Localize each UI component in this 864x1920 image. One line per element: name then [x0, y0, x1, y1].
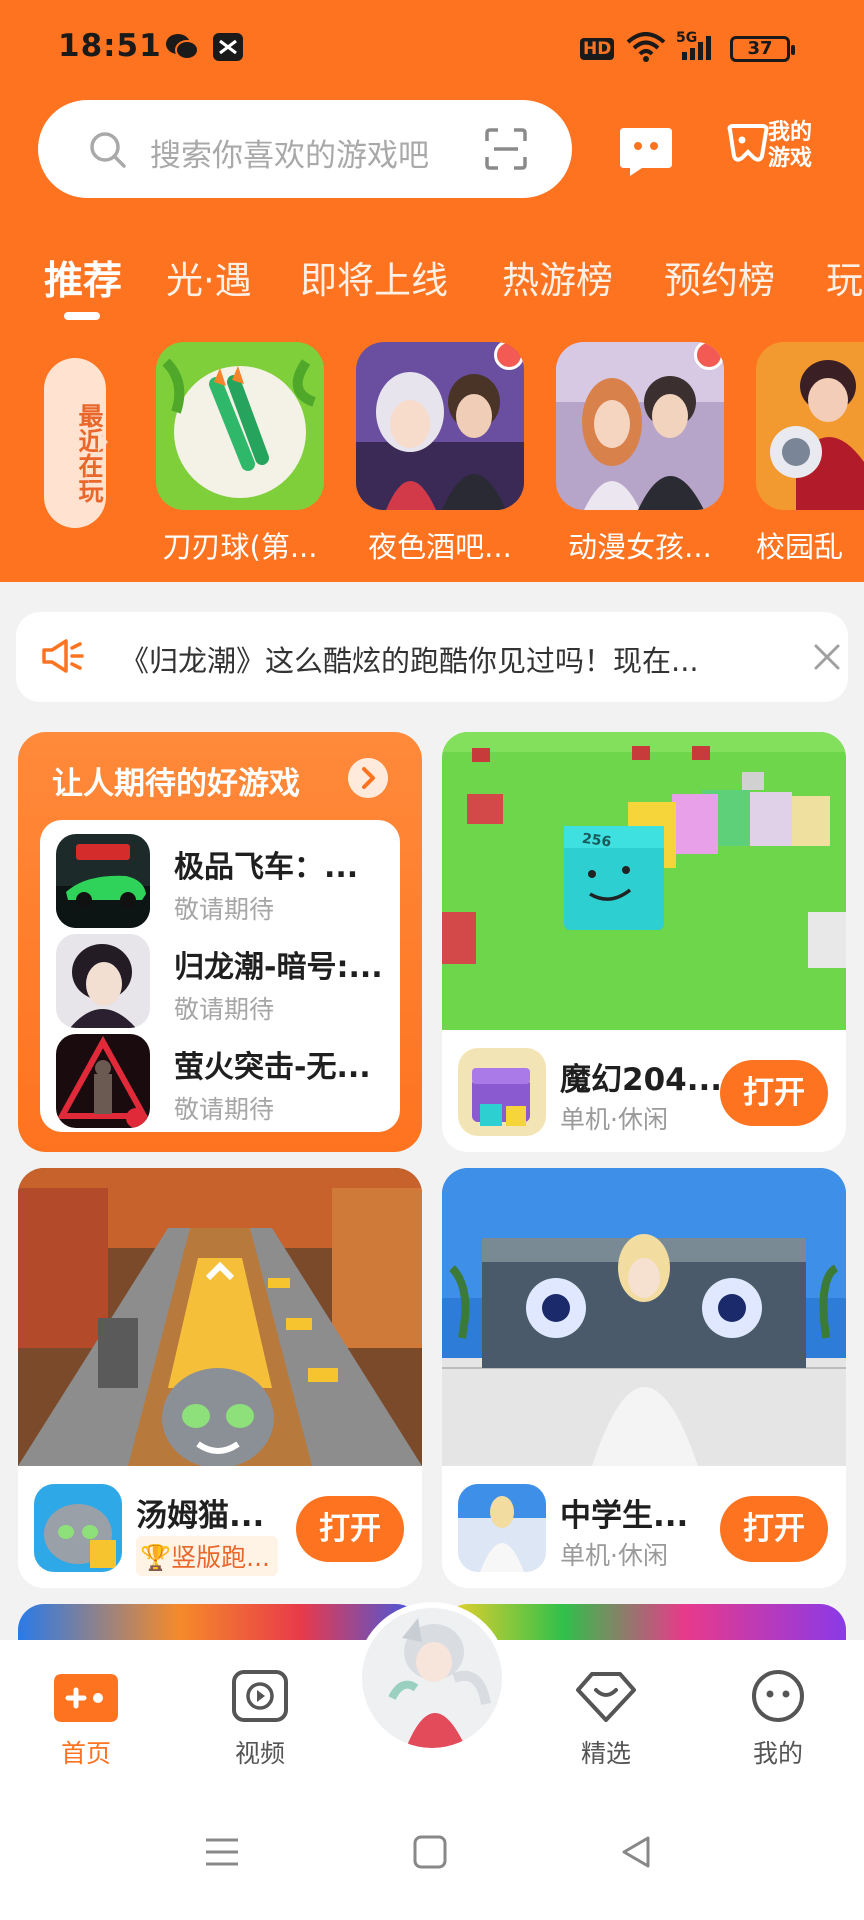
battery-indicator: 37 — [730, 36, 795, 62]
recent-game-name: 夜色酒吧... — [368, 530, 512, 564]
game-icon — [34, 1484, 122, 1572]
nav-featured[interactable]: 精选 — [546, 1668, 666, 1770]
list-item[interactable]: 萤火突击-无... 敬请期待 — [56, 1034, 396, 1134]
game-card[interactable]: 256 魔幻204... 单机·休闲 打开 — [442, 732, 846, 1152]
recent-game-name: 校园乱 — [756, 530, 844, 564]
game-screenshot — [18, 1168, 422, 1466]
recent-game-2[interactable]: 夜色酒吧... — [356, 342, 526, 566]
tab-more[interactable]: 玩 — [826, 250, 863, 304]
back-icon[interactable] — [618, 1834, 654, 1870]
system-navigation-bar — [0, 1790, 864, 1920]
recent-played-label: 最近在玩 — [44, 358, 108, 528]
tab-upcoming[interactable]: 即将上线 — [300, 250, 448, 304]
game-status: 敬请期待 — [174, 895, 275, 924]
diamond-heart-icon — [576, 1672, 636, 1722]
nav-me-label: 我的 — [752, 1739, 803, 1768]
game-icon — [458, 1484, 546, 1572]
capcut-icon — [213, 33, 243, 61]
game-card[interactable]: 汤姆猫... 🏆竖版跑... 打开 — [18, 1168, 422, 1588]
recent-game-thumb — [756, 342, 864, 510]
status-bar: 18:51 HD 5G 37 — [0, 0, 864, 96]
signal-label: 5G — [676, 30, 698, 46]
center-avatar-button[interactable] — [356, 1602, 508, 1754]
nav-featured-label: 精选 — [580, 1739, 631, 1768]
recent-game-thumb — [156, 342, 324, 510]
search-bar[interactable]: 搜索你喜欢的游戏吧 — [38, 100, 572, 198]
signal-icon: 5G — [676, 30, 720, 62]
hd-icon: HD — [580, 38, 615, 60]
scan-icon[interactable] — [484, 127, 528, 171]
tab-sky[interactable]: 光·遇 — [166, 250, 252, 304]
recent-game-4[interactable]: 校园乱 — [756, 342, 864, 566]
nav-video[interactable]: 视频 — [200, 1668, 320, 1770]
next-card-preview — [18, 1604, 422, 1644]
recent-game-thumb — [556, 342, 724, 510]
game-status: 敬请期待 — [174, 995, 275, 1024]
gamepad-icon — [54, 1674, 118, 1722]
announcement-banner[interactable]: 《归龙潮》这么酷炫的跑酷你见过吗！现在... — [16, 612, 848, 702]
game-name: 萤火突击-无... — [174, 1050, 371, 1085]
announcement-text: 《归龙潮》这么酷炫的跑酷你见过吗！现在... — [120, 644, 699, 678]
recent-game-3[interactable]: 动漫女孩... — [556, 342, 726, 566]
game-name: 极品飞车：... — [174, 850, 359, 885]
game-screenshot — [442, 1168, 846, 1466]
tab-recommend[interactable]: 推荐 — [44, 250, 122, 306]
nav-home-label: 首页 — [60, 1739, 111, 1768]
open-button[interactable]: 打开 — [720, 1496, 828, 1562]
category-tabs: 推荐 光·遇 即将上线 热游榜 预约榜 玩 — [0, 250, 864, 320]
game-tag: 单机·休闲 — [560, 1105, 668, 1134]
open-button[interactable]: 打开 — [720, 1060, 828, 1126]
trophy-icon: 🏆 — [140, 1543, 172, 1572]
upcoming-games-card[interactable]: 让人期待的好游戏 极品飞车：... 敬请期待 归龙潮-暗号:... 敬请期待 萤… — [18, 732, 422, 1152]
recent-game-name: 动漫女孩... — [568, 530, 712, 564]
game-name: 魔幻204... — [560, 1062, 723, 1098]
wechat-icon — [166, 34, 199, 60]
search-icon — [90, 132, 126, 168]
game-name: 中学生... — [560, 1498, 689, 1534]
search-input[interactable]: 搜索你喜欢的游戏吧 — [150, 130, 429, 175]
nav-me[interactable]: 我的 — [718, 1668, 838, 1770]
active-tab-indicator — [64, 312, 100, 320]
upcoming-games-title: 让人期待的好游戏 — [52, 766, 300, 802]
list-item[interactable]: 极品飞车：... 敬请期待 — [56, 834, 396, 934]
list-item[interactable]: 归龙潮-暗号:... 敬请期待 — [56, 934, 396, 1034]
open-button[interactable]: 打开 — [296, 1496, 404, 1562]
award-tag: 🏆竖版跑... — [136, 1536, 278, 1576]
game-screenshot: 256 — [442, 732, 846, 1030]
recent-game-thumb — [356, 342, 524, 510]
game-tag: 单机·休闲 — [560, 1541, 668, 1570]
tab-reserve-chart[interactable]: 预约榜 — [664, 250, 775, 304]
game-thumb — [56, 834, 150, 928]
game-name: 归龙潮-暗号:... — [174, 950, 383, 985]
status-time: 18:51 — [58, 28, 162, 64]
my-games-label[interactable]: 我的 游戏 — [768, 120, 828, 172]
recent-game-name: 刀刃球(第... — [162, 530, 318, 564]
megaphone-icon — [42, 639, 84, 673]
game-icon — [458, 1048, 546, 1136]
game-status: 敬请期待 — [174, 1095, 275, 1124]
game-thumb — [56, 1034, 150, 1128]
game-name: 汤姆猫... — [136, 1498, 265, 1534]
upcoming-games-list: 极品飞车：... 敬请期待 归龙潮-暗号:... 敬请期待 萤火突击-无... … — [40, 820, 400, 1132]
my-games-icon[interactable] — [724, 116, 774, 172]
nav-home[interactable]: 首页 — [26, 1668, 146, 1770]
chevron-right-icon[interactable] — [348, 758, 388, 798]
next-card-preview — [442, 1604, 846, 1644]
menu-icon[interactable] — [204, 1834, 240, 1870]
close-icon[interactable] — [812, 642, 842, 672]
nav-video-label: 视频 — [234, 1739, 285, 1768]
game-thumb — [56, 934, 150, 1028]
recent-game-1[interactable]: 刀刃球(第... — [156, 342, 326, 566]
video-icon — [232, 1670, 288, 1722]
wifi-icon — [626, 32, 666, 62]
message-icon[interactable] — [616, 120, 676, 180]
avatar — [362, 1608, 502, 1748]
home-square-icon[interactable] — [412, 1834, 448, 1870]
game-card[interactable]: 中学生... 单机·休闲 打开 — [442, 1168, 846, 1588]
smiley-icon — [752, 1670, 804, 1722]
tab-hot-chart[interactable]: 热游榜 — [502, 250, 613, 304]
